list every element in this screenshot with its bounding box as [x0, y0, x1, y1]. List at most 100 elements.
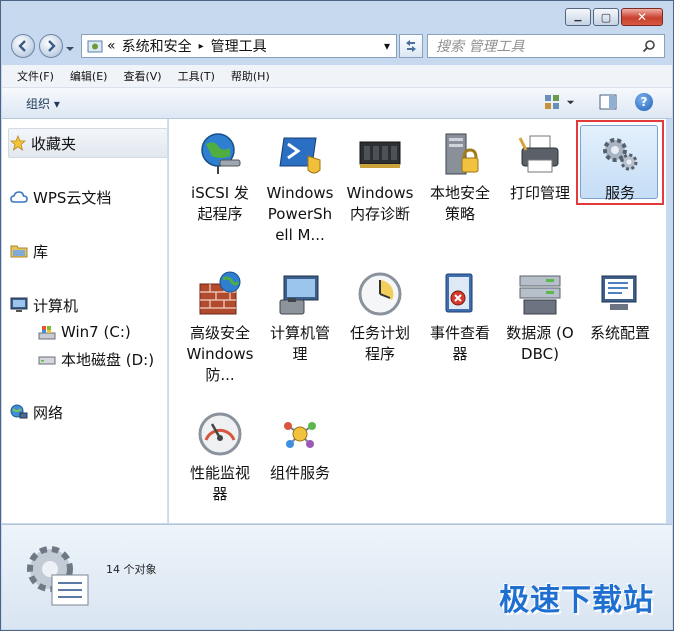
item-label: iSCSI 发起程序 — [191, 184, 249, 223]
nav-favorites-label: 收藏夹 — [31, 134, 77, 153]
nav-drive-c-label: Win7 (C:) — [61, 323, 131, 341]
nav-wps-cloud[interactable]: WPS云文档 — [10, 186, 111, 208]
item-odbc[interactable]: 数据源 (ODBC) — [504, 263, 576, 365]
forward-button[interactable] — [39, 34, 63, 58]
watermark-text: 极速下载站 — [499, 583, 654, 618]
item-iscsi-initiator[interactable]: iSCSI 发起程序 — [184, 123, 256, 225]
item-component-services[interactable]: 组件服务 — [264, 403, 336, 484]
nav-computer-label: 计算机 — [33, 296, 79, 315]
database-icon — [519, 275, 561, 315]
item-label: 任务计划程序 — [349, 324, 410, 363]
command-bar: 组织 ▾ ? — [2, 88, 672, 119]
menu-file[interactable]: 文件(F) — [2, 68, 62, 84]
item-advanced-firewall[interactable]: 高级安全 Windows 防... — [184, 263, 256, 386]
item-services[interactable]: 服务 — [584, 123, 656, 204]
refresh-button[interactable] — [399, 34, 423, 58]
item-count: 14 个对象 — [106, 563, 157, 576]
admin-tools-large-icon — [27, 546, 89, 606]
nav-drive-d[interactable]: 本地磁盘 (D:) — [38, 348, 154, 370]
event-viewer-icon — [445, 273, 473, 313]
forward-arrow-icon — [48, 40, 56, 52]
nav-computer[interactable]: 计算机 — [10, 294, 78, 316]
gears-icon — [603, 138, 638, 171]
computer-icon — [10, 297, 28, 312]
close-button[interactable]: ✕ — [621, 8, 663, 26]
server-lock-icon — [445, 133, 479, 175]
item-local-security-policy[interactable]: 本地安全策略 — [424, 123, 496, 225]
breadcrumb-separator[interactable]: ▸ — [199, 41, 204, 52]
cloud-icon — [10, 191, 28, 203]
item-memory-diagnostic[interactable]: Windows 内存诊断 — [344, 123, 416, 225]
maximize-button[interactable]: ▢ — [593, 8, 619, 26]
item-performance-monitor[interactable]: 性能监视器 — [184, 403, 256, 505]
network-icon — [10, 404, 28, 419]
menu-edit[interactable]: 编辑(E) — [62, 68, 116, 84]
file-list: iSCSI 发起程序 Windows PowerShell M... Windo… — [169, 119, 666, 523]
nav-libraries[interactable]: 库 — [10, 240, 48, 262]
item-print-management[interactable]: 打印管理 — [504, 123, 576, 204]
address-row: « 系统和安全 ▸ 管理工具 ▾ 搜索 管理工具 — [9, 33, 665, 61]
item-label: 计算机管理 — [269, 324, 330, 363]
item-label: 本地安全策略 — [429, 184, 490, 223]
clock-icon — [358, 272, 402, 316]
item-system-configuration[interactable]: 系统配置 — [584, 263, 656, 344]
search-icon[interactable] — [642, 39, 656, 53]
printer-icon — [518, 135, 559, 173]
item-computer-management[interactable]: 计算机管理 — [264, 263, 336, 365]
menu-tools[interactable]: 工具(T) — [170, 68, 223, 84]
control-panel-icon — [87, 40, 103, 53]
search-input[interactable]: 搜索 管理工具 — [427, 34, 665, 58]
nav-libraries-label: 库 — [33, 242, 49, 261]
organize-button[interactable]: 组织 ▾ — [26, 95, 60, 112]
item-label: Windows PowerShell M... — [266, 184, 334, 244]
windows-drive-icon — [38, 326, 56, 340]
library-folder-icon — [10, 245, 28, 258]
maximize-icon: ▢ — [600, 10, 612, 24]
preview-pane-icon — [599, 94, 617, 110]
chevron-down-icon — [66, 47, 74, 51]
item-event-viewer[interactable]: 事件查看器 — [424, 263, 496, 365]
breadcrumb-admin-tools[interactable]: 管理工具 — [211, 36, 267, 56]
back-button[interactable] — [11, 34, 35, 58]
menu-view[interactable]: 查看(V) — [115, 68, 169, 84]
recent-pages-dropdown[interactable] — [65, 39, 77, 53]
help-button[interactable]: ? — [635, 93, 653, 111]
nav-network-label: 网络 — [33, 403, 64, 422]
details-pane: 14 个对象 极速下载站 — [2, 524, 672, 629]
caption-buttons: ▁ ▢ ✕ — [565, 8, 663, 26]
nav-drive-c[interactable]: Win7 (C:) — [38, 321, 131, 343]
address-bar[interactable]: « 系统和安全 ▸ 管理工具 ▾ — [81, 34, 397, 58]
globe-network-icon — [201, 133, 241, 174]
search-placeholder: 搜索 管理工具 — [436, 39, 525, 55]
explorer-window: ▁ ▢ ✕ « 系统和安全 ▸ 管理工具 ▾ 搜索 管理工具 文件(F) 编辑(… — [0, 0, 674, 631]
view-options-button[interactable] — [544, 94, 575, 110]
nav-favorites[interactable]: 收藏夹 — [10, 132, 76, 154]
item-label: 组件服务 — [269, 464, 330, 482]
nav-network[interactable]: 网络 — [10, 401, 63, 423]
help-icon: ? — [640, 95, 648, 109]
item-task-scheduler[interactable]: 任务计划程序 — [344, 263, 416, 365]
menu-help[interactable]: 帮助(H) — [223, 68, 278, 84]
hard-drive-icon — [38, 356, 56, 365]
item-powershell[interactable]: Windows PowerShell M... — [264, 123, 336, 246]
component-services-icon — [284, 422, 316, 448]
item-label: 系统配置 — [589, 324, 650, 342]
back-arrow-icon — [18, 40, 26, 52]
item-label: 事件查看器 — [429, 324, 490, 363]
item-label: 数据源 (ODBC) — [506, 324, 574, 363]
address-dropdown-icon[interactable]: ▾ — [384, 39, 390, 53]
preview-pane-button[interactable] — [599, 94, 617, 113]
minimize-icon: ▁ — [574, 11, 582, 22]
address-overflow[interactable]: « — [107, 38, 116, 54]
refresh-icon — [406, 40, 416, 52]
item-label: 打印管理 — [509, 184, 570, 202]
minimize-button[interactable]: ▁ — [565, 8, 591, 26]
menu-bar: 文件(F) 编辑(E) 查看(V) 工具(T) 帮助(H) — [2, 65, 672, 88]
breadcrumb-system-security[interactable]: 系统和安全 — [122, 36, 192, 56]
close-icon: ✕ — [636, 10, 648, 24]
powershell-icon — [279, 137, 321, 174]
star-icon — [10, 135, 26, 151]
navigation-pane: 收藏夹 WPS云文档 库 计算机 Win7 (C:) 本地磁盘 (D:) 网络 — [2, 119, 168, 523]
chevron-down-icon — [566, 100, 575, 104]
memory-chip-icon — [359, 141, 401, 168]
